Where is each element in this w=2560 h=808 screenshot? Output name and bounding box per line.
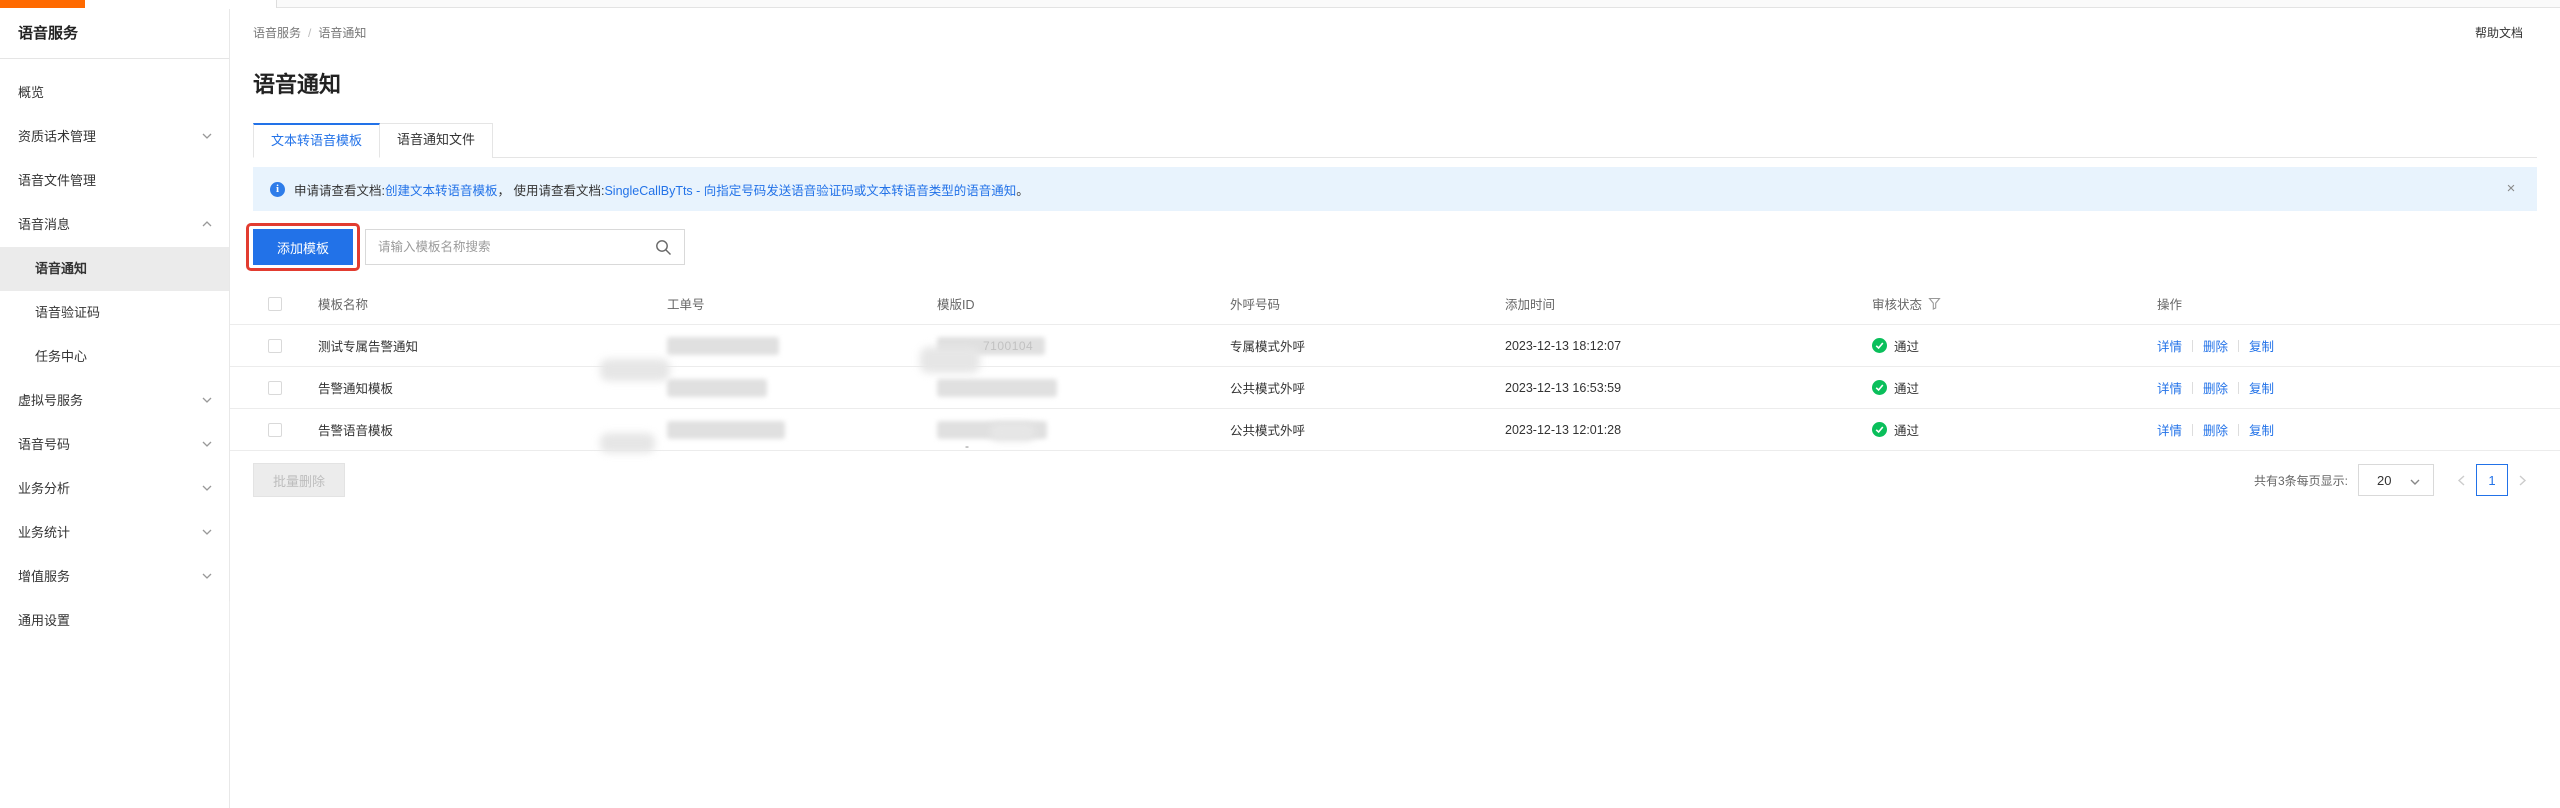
sidebar-item-voice-number[interactable]: 语音号码 [0, 423, 229, 467]
redacted-template-id [937, 421, 1047, 439]
tab-tts-template[interactable]: 文本转语音模板 [253, 123, 380, 158]
page-title: 语音通知 [253, 67, 2560, 99]
current-page-button[interactable]: 1 [2476, 464, 2508, 496]
chevron-down-icon [2409, 476, 2421, 491]
sidebar-item-task-center[interactable]: 任务中心 [0, 335, 229, 379]
create-tts-template-link[interactable]: 创建文本转语音模板 [385, 180, 498, 199]
template-table: 模板名称 工单号 模版ID 外呼号码 添加时间 审核状态 操作 测试专属告警通知… [230, 283, 2560, 451]
status-badge: 通过 [1894, 378, 1919, 397]
sidebar-menu: 概览 资质话术管理 语音文件管理 语音消息 语音通知 语音验证码 任务中心 虚拟… [0, 59, 229, 643]
batch-delete-button[interactable]: 批量删除 [253, 463, 345, 497]
chevron-down-icon [201, 438, 213, 450]
redacted-ticket-number [667, 421, 785, 439]
breadcrumb-row: 语音服务/语音通知 帮助文档 [230, 9, 2560, 53]
select-all-checkbox[interactable] [268, 297, 282, 311]
call-mode: 公共模式外呼 [1230, 420, 1505, 439]
chevron-down-icon [201, 130, 213, 142]
template-id-partial: 7100104 [983, 339, 1033, 353]
page-size-select[interactable]: 20 [2358, 464, 2434, 496]
prev-page-button[interactable] [2456, 474, 2467, 487]
redacted-template-id [937, 379, 1057, 397]
redacted-ticket-number [667, 337, 779, 355]
template-name: 测试专属告警通知 [318, 336, 667, 355]
pagination: 共有3条每页显示: 20 1 [2254, 464, 2537, 496]
detail-link[interactable]: 详情 [2157, 336, 2182, 355]
chevron-up-icon [201, 218, 213, 230]
status-badge: 通过 [1894, 336, 1919, 355]
filter-icon[interactable] [1928, 297, 1941, 310]
search-input[interactable] [366, 230, 684, 264]
call-mode: 专属模式外呼 [1230, 336, 1505, 355]
table-row: 告警通知模板 公共模式外呼 2023-12-13 16:53:59 通过 详情 删… [230, 367, 2560, 409]
breadcrumb: 语音服务/语音通知 [253, 24, 366, 41]
table-row: 告警语音模板 公共模式外呼 2023-12-13 12:01:28 通过 详情 删… [230, 409, 2560, 451]
sidebar-item-virtual-number[interactable]: 虚拟号服务 [0, 379, 229, 423]
info-banner: i 申请请查看文档: 创建文本转语音模板 ， 使用请查看文档: SingleCa… [253, 167, 2537, 211]
sidebar-item-qualification[interactable]: 资质话术管理 [0, 115, 229, 159]
template-id-note: - [965, 439, 969, 453]
sidebar: 语音服务 概览 资质话术管理 语音文件管理 语音消息 语音通知 语音验证码 任务… [0, 9, 230, 808]
status-badge: 通过 [1894, 420, 1919, 439]
check-circle-icon [1872, 380, 1887, 395]
breadcrumb-root[interactable]: 语音服务 [253, 26, 301, 40]
created-time: 2023-12-13 12:01:28 [1505, 423, 1872, 437]
help-doc-link[interactable]: 帮助文档 [2475, 24, 2523, 41]
sidebar-item-voice-message[interactable]: 语音消息 [0, 203, 229, 247]
sidebar-item-value-added[interactable]: 增值服务 [0, 555, 229, 599]
chevron-down-icon [201, 394, 213, 406]
template-search [365, 229, 685, 265]
row-checkbox[interactable] [268, 339, 282, 353]
copy-link[interactable]: 复制 [2249, 378, 2274, 397]
total-count-label: 共有3条每页显示: [2254, 472, 2348, 489]
table-footer: 批量删除 共有3条每页显示: 20 1 [253, 463, 2537, 497]
table-row: 测试专属告警通知 7100104 专属模式外呼 2023-12-13 18:12… [230, 325, 2560, 367]
delete-link[interactable]: 删除 [2203, 336, 2228, 355]
created-time: 2023-12-13 16:53:59 [1505, 381, 1872, 395]
template-name: 告警通知模板 [318, 378, 667, 397]
row-checkbox[interactable] [268, 381, 282, 395]
tab-bar: 文本转语音模板 语音通知文件 [253, 123, 2560, 158]
call-mode: 公共模式外呼 [1230, 378, 1505, 397]
check-circle-icon [1872, 422, 1887, 437]
sidebar-item-general-settings[interactable]: 通用设置 [0, 599, 229, 643]
top-strip [0, 0, 2560, 8]
info-icon: i [270, 182, 285, 197]
sidebar-item-voice-files[interactable]: 语音文件管理 [0, 159, 229, 203]
delete-link[interactable]: 删除 [2203, 420, 2228, 439]
chevron-down-icon [201, 482, 213, 494]
template-name: 告警语音模板 [318, 420, 667, 439]
sidebar-item-overview[interactable]: 概览 [0, 71, 229, 115]
table-header-row: 模板名称 工单号 模版ID 外呼号码 添加时间 审核状态 操作 [230, 283, 2560, 325]
chevron-down-icon [201, 570, 213, 582]
add-template-button[interactable]: 添加模板 [253, 229, 353, 265]
main-content: 语音服务/语音通知 帮助文档 语音通知 文本转语音模板 语音通知文件 i 申请请… [230, 9, 2560, 808]
detail-link[interactable]: 详情 [2157, 420, 2182, 439]
redacted-ticket-number [667, 379, 767, 397]
next-page-button[interactable] [2517, 474, 2528, 487]
delete-link[interactable]: 删除 [2203, 378, 2228, 397]
row-checkbox[interactable] [268, 423, 282, 437]
sidebar-title: 语音服务 [0, 9, 229, 59]
tab-voice-notification-file[interactable]: 语音通知文件 [380, 123, 493, 158]
sidebar-item-voice-notification[interactable]: 语音通知 [0, 247, 229, 291]
copy-link[interactable]: 复制 [2249, 336, 2274, 355]
single-call-by-tts-link[interactable]: SingleCallByTts - 向指定号码发送语音验证码或文本转语音类型的语… [604, 180, 1016, 199]
chevron-down-icon [201, 526, 213, 538]
check-circle-icon [1872, 338, 1887, 353]
created-time: 2023-12-13 18:12:07 [1505, 339, 1872, 353]
search-icon[interactable] [655, 239, 672, 261]
toolbar: 添加模板 [253, 229, 2560, 265]
sidebar-item-voice-captcha[interactable]: 语音验证码 [0, 291, 229, 335]
sidebar-item-business-analysis[interactable]: 业务分析 [0, 467, 229, 511]
brand-orange-segment [0, 0, 85, 8]
breadcrumb-current: 语音通知 [318, 26, 366, 40]
close-icon[interactable]: × [2503, 181, 2519, 197]
copy-link[interactable]: 复制 [2249, 420, 2274, 439]
detail-link[interactable]: 详情 [2157, 378, 2182, 397]
sidebar-item-business-stats[interactable]: 业务统计 [0, 511, 229, 555]
